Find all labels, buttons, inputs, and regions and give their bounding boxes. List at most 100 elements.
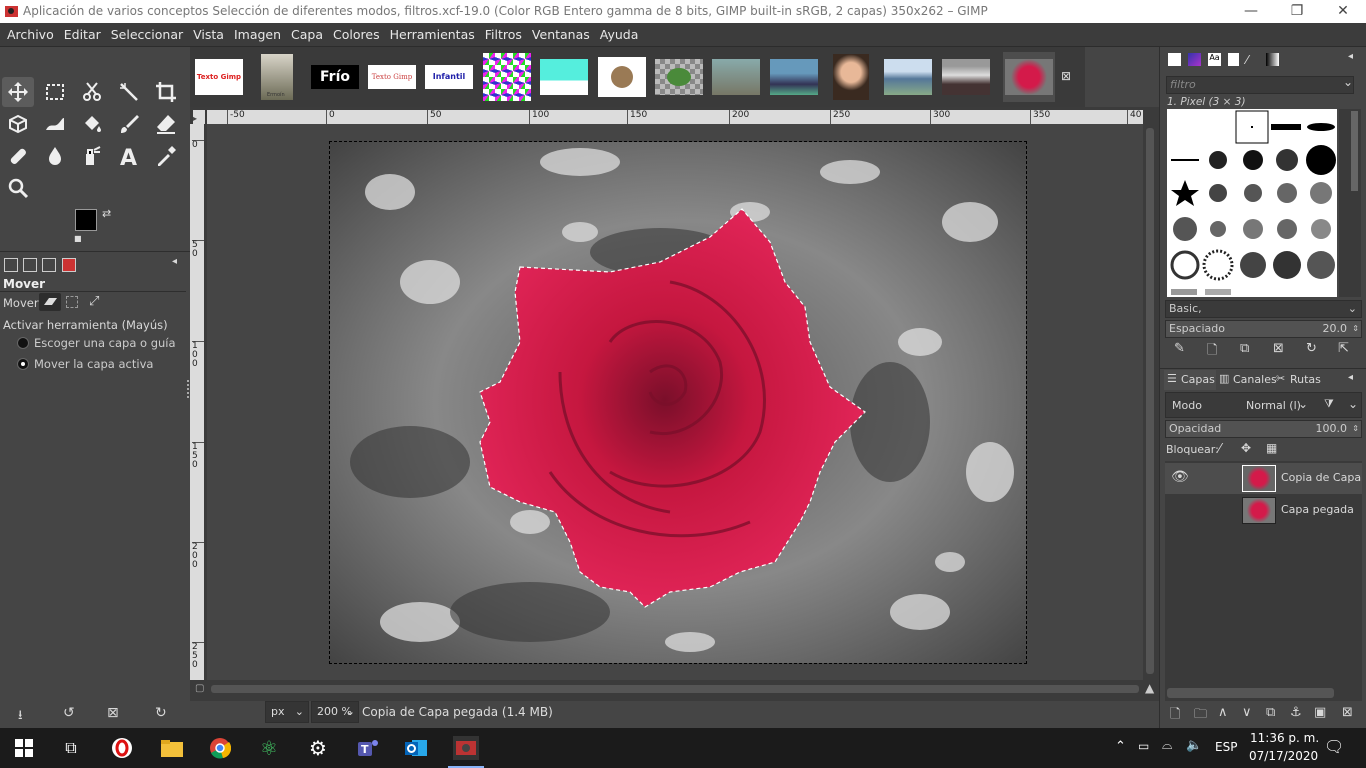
atom-app-icon[interactable]: ⚛ — [256, 736, 282, 760]
image-tab[interactable] — [596, 52, 648, 102]
menu-editar[interactable]: Editar — [59, 23, 106, 47]
menu-herramientas[interactable]: Herramientas — [385, 23, 480, 47]
task-view-icon[interactable]: ⧉ — [58, 736, 84, 760]
crop-icon[interactable] — [150, 77, 182, 107]
tray-chevron-icon[interactable]: ⌃ — [1115, 739, 1126, 754]
volume-icon[interactable]: 🔈 — [1186, 738, 1202, 753]
close-tab-icon[interactable]: ⊠ — [1061, 69, 1071, 83]
image-tab[interactable] — [882, 52, 934, 102]
menu-filtros[interactable]: Filtros — [480, 23, 527, 47]
maximize-button[interactable]: ❐ — [1274, 0, 1320, 23]
vertical-scrollbar[interactable] — [1143, 124, 1157, 680]
opacity-slider[interactable]: Opacidad 100.0 ⇕ — [1165, 420, 1362, 438]
undo-history-tab-icon[interactable] — [42, 258, 56, 272]
opera-icon[interactable] — [109, 736, 135, 760]
brush-scrollbar[interactable] — [1339, 109, 1361, 297]
image-tab[interactable] — [768, 52, 820, 102]
layer-name[interactable]: Copia de Capa pegada — [1281, 471, 1362, 484]
move-path-mode-button[interactable]: ⤢ — [89, 294, 99, 309]
delete-layer-icon[interactable]: ⊠ — [1342, 705, 1353, 720]
brush-filter-input[interactable]: filtro — [1166, 76, 1354, 94]
tab-canales[interactable]: ▥ Canales — [1217, 370, 1277, 390]
mask-layer-icon[interactable]: ▣ — [1314, 705, 1326, 720]
radio-mover-activa[interactable] — [17, 358, 29, 370]
color-picker-icon[interactable] — [150, 141, 182, 171]
image-tab[interactable] — [653, 52, 705, 102]
chevron-down-icon[interactable]: ⌄ — [1348, 397, 1358, 411]
image-tab[interactable] — [940, 52, 992, 102]
horizontal-ruler[interactable]: -50 0 50 100 150 200 250 300 350 40 — [207, 110, 1143, 124]
zoom-icon[interactable] — [2, 173, 34, 203]
lock-position-icon[interactable]: ✥ — [1241, 441, 1251, 455]
menu-capa[interactable]: Capa — [286, 23, 328, 47]
tool-options-tab-icon[interactable] — [4, 258, 18, 272]
brush-editor-tab-icon[interactable]: ⁄ — [1246, 53, 1248, 67]
lock-alpha-icon[interactable]: ▦ — [1266, 441, 1277, 455]
image-tab[interactable]: Texto Gimp — [366, 52, 418, 102]
image-tab[interactable] — [538, 52, 590, 102]
fonts-tab-icon[interactable]: Aa — [1208, 53, 1221, 66]
image-canvas[interactable] — [329, 141, 1027, 664]
composite-mode-icon[interactable]: ⧩ — [1324, 397, 1334, 411]
menu-vista[interactable]: Vista — [188, 23, 229, 47]
menu-seleccionar[interactable]: Seleccionar — [106, 23, 188, 47]
delete-brush-icon[interactable]: ⊠ — [1273, 341, 1284, 356]
images-tab-icon[interactable] — [62, 258, 76, 272]
open-brush-icon[interactable]: ⇱ — [1338, 341, 1349, 356]
unit-select[interactable]: px ⌄ — [265, 701, 309, 723]
duplicate-layer-icon[interactable]: ⧉ — [1266, 705, 1275, 720]
brush-preset-select[interactable]: Basic, ⌄ — [1165, 300, 1362, 318]
gimp-taskbar-icon[interactable] — [453, 736, 479, 760]
tab-capas[interactable]: ☰ Capas — [1164, 370, 1216, 390]
scroll-thumb[interactable] — [1351, 111, 1358, 191]
spinner-icon[interactable]: ⇕ — [1352, 421, 1359, 437]
scroll-thumb[interactable] — [211, 685, 1139, 693]
patterns-tab-icon[interactable] — [1188, 53, 1201, 66]
scroll-thumb[interactable] — [1146, 128, 1154, 674]
unified-transform-icon[interactable] — [2, 109, 34, 139]
menu-ventanas[interactable]: Ventanas — [527, 23, 595, 47]
battery-icon[interactable]: ▭ — [1138, 739, 1149, 753]
menu-imagen[interactable]: Imagen — [229, 23, 286, 47]
image-tab[interactable] — [825, 52, 877, 102]
rect-select-icon[interactable] — [39, 77, 71, 107]
image-tab[interactable]: Frío — [309, 52, 361, 102]
image-tab-active[interactable] — [1003, 52, 1055, 102]
zoom-select[interactable]: 200 % ⌄ — [311, 701, 359, 723]
navigate-icon[interactable]: ▢ — [195, 683, 204, 694]
scissors-icon[interactable] — [76, 77, 108, 107]
move-layer-mode-button[interactable] — [39, 293, 61, 311]
menu-ayuda[interactable]: Ayuda — [595, 23, 644, 47]
image-tab[interactable]: Texto Gimp — [193, 52, 245, 102]
file-explorer-icon[interactable] — [159, 736, 185, 760]
swap-colors-icon[interactable]: ⇄ — [102, 207, 111, 220]
tab-rutas[interactable]: ✂ Rutas — [1274, 370, 1324, 390]
menu-colores[interactable]: Colores — [328, 23, 385, 47]
brush-grid[interactable] — [1167, 109, 1337, 297]
duplicate-brush-icon[interactable]: ⧉ — [1240, 341, 1249, 356]
image-tab[interactable] — [710, 52, 762, 102]
image-tab[interactable] — [481, 52, 533, 102]
chevron-down-icon[interactable]: ⌄ — [1343, 75, 1353, 89]
layer-name[interactable]: Capa pegada — [1281, 503, 1354, 516]
new-brush-icon[interactable]: 🗋 — [1207, 341, 1217, 363]
vertical-ruler[interactable]: 0 5 0 1 0 0 1 5 0 2 0 0 2 5 0 — [190, 124, 204, 680]
lock-pixels-icon[interactable]: ⁄ — [1219, 441, 1221, 455]
layer-row[interactable]: 👁 Copia de Capa pegada — [1165, 463, 1362, 494]
horizontal-scrollbar[interactable] — [207, 682, 1143, 696]
image-tab[interactable]: Infantil — [423, 52, 475, 102]
restore-options-icon[interactable]: ↺ — [63, 705, 75, 721]
brushes-tab-icon[interactable] — [1168, 53, 1181, 66]
reset-options-icon[interactable]: ↻ — [155, 705, 167, 721]
move-tool-icon[interactable] — [2, 77, 34, 107]
clock-time[interactable]: 11:36 p. m. — [1250, 731, 1319, 745]
new-layer-icon[interactable]: 🗋 — [1170, 705, 1180, 727]
raise-layer-icon[interactable]: ∧ — [1218, 705, 1228, 720]
text-tool-icon[interactable]: A — [113, 141, 145, 171]
smudge-icon[interactable] — [39, 141, 71, 171]
configure-tab-icon[interactable]: ◂ — [1348, 51, 1353, 62]
new-group-icon[interactable]: 🗀 — [1194, 705, 1207, 727]
network-icon[interactable]: ⌓ — [1162, 738, 1172, 753]
notifications-icon[interactable]: 🗨 — [1324, 737, 1344, 756]
quick-mask-toggle[interactable]: ▸ — [193, 110, 205, 124]
